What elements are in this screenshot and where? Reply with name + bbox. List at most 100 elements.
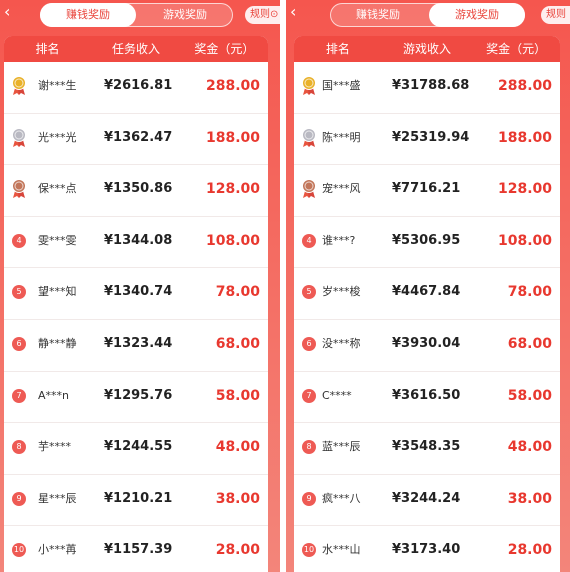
- income-value: ¥3173.40: [392, 542, 461, 558]
- silver-medal-icon: [11, 127, 27, 148]
- back-icon[interactable]: ‹: [4, 4, 10, 20]
- user-name: 蓝***辰: [322, 440, 361, 454]
- table-row: 国***盛 ¥31788.68 288.00: [294, 62, 560, 114]
- user-name: A***n: [38, 388, 69, 402]
- header-income: 游戏收入: [402, 42, 451, 56]
- rank-badge: 10: [12, 543, 26, 558]
- rules-button[interactable]: 规则⊙: [245, 6, 280, 24]
- header-rank: 排名: [325, 42, 350, 56]
- leaderboard-rows: 国***盛 ¥31788.68 288.00 陈***明 ¥25319.94 188.00…: [294, 62, 560, 572]
- user-name: 静***静: [38, 336, 77, 350]
- user-name: 星***辰: [38, 491, 77, 505]
- bonus-value: 78.00: [215, 284, 260, 301]
- user-name: 光***光: [38, 130, 77, 144]
- leaderboard-header: 排名 任务收入 奖金（元）: [4, 36, 268, 62]
- bonus-value: 38.00: [215, 490, 260, 507]
- table-row: 4 雯***雯 ¥1344.08 108.00: [4, 216, 268, 269]
- table-row: 8 蓝***辰 ¥3548.35 48.00: [294, 423, 560, 475]
- income-value: ¥1323.44: [104, 335, 173, 351]
- bronze-medal-icon: [11, 179, 27, 199]
- reward-tabs: 赚钱奖励 游戏奖励: [330, 3, 525, 27]
- income-value: ¥3930.04: [392, 335, 461, 351]
- user-name: C****: [322, 388, 352, 402]
- top-bar: ‹ 赚钱奖励 游戏奖励 规则: [286, 0, 570, 32]
- tab-earn-reward[interactable]: 赚钱奖励: [40, 3, 136, 27]
- header-rank: 排名: [35, 42, 60, 56]
- bonus-value: 188.00: [205, 129, 260, 146]
- bonus-value: 68.00: [215, 335, 260, 352]
- bonus-value: 128.00: [497, 181, 552, 198]
- income-value: ¥7716.21: [392, 181, 461, 197]
- bonus-value: 128.00: [205, 181, 260, 198]
- back-icon[interactable]: ‹: [290, 4, 296, 20]
- income-value: ¥1362.47: [104, 129, 173, 145]
- header-income: 任务收入: [111, 42, 160, 56]
- user-name: 望***知: [38, 285, 77, 299]
- tab-game-reward[interactable]: 游戏奖励: [137, 3, 233, 27]
- user-name: 宠***风: [322, 182, 361, 196]
- user-name: 保***点: [38, 182, 77, 196]
- income-value: ¥3548.35: [392, 439, 461, 455]
- rank-badge: 6: [12, 336, 26, 351]
- income-value: ¥1210.21: [104, 490, 173, 506]
- user-name: 水***山: [322, 543, 361, 557]
- table-row: 光***光 ¥1362.47 188.00: [4, 113, 268, 166]
- income-value: ¥1244.55: [104, 439, 173, 455]
- user-name: 谁***?: [322, 233, 356, 247]
- table-row: 宠***风 ¥7716.21 128.00: [294, 165, 560, 217]
- bonus-value: 38.00: [507, 490, 552, 507]
- user-name: 雯***雯: [38, 233, 77, 247]
- rank-badge: 8: [12, 440, 26, 455]
- game-reward-panel: ‹ 赚钱奖励 游戏奖励 规则 排名 游戏收入 奖金（元） 国***盛 ¥31788…: [286, 0, 570, 572]
- table-row: 6 没***称 ¥3930.04 68.00: [294, 319, 560, 372]
- rank-badge: 8: [302, 440, 316, 455]
- rank-badge: 5: [302, 285, 316, 300]
- income-value: ¥3244.24: [392, 490, 461, 506]
- income-value: ¥2616.81: [104, 78, 173, 93]
- user-name: 谢***生: [38, 79, 77, 92]
- info-icon: ⊙: [270, 9, 279, 20]
- table-row: 9 星***辰 ¥1210.21 38.00: [4, 474, 268, 527]
- rules-button[interactable]: 规则: [541, 6, 570, 24]
- leaderboard-rows: 谢***生 ¥2616.81 288.00 光***光 ¥1362.47 188.00 保*…: [4, 62, 268, 572]
- leaderboard-header: 排名 游戏收入 奖金（元）: [294, 36, 560, 62]
- tab-earn-reward[interactable]: 赚钱奖励: [330, 3, 426, 27]
- table-row: 陈***明 ¥25319.94 188.00: [294, 113, 560, 166]
- bonus-value: 48.00: [507, 439, 552, 456]
- user-name: 疯***八: [322, 491, 361, 505]
- bonus-value: 28.00: [507, 542, 552, 559]
- gold-medal-icon: [11, 76, 27, 96]
- bonus-value: 108.00: [205, 232, 260, 249]
- table-row: 保***点 ¥1350.86 128.00: [4, 165, 268, 217]
- bonus-value: 78.00: [507, 284, 552, 301]
- table-row: 5 岁***梭 ¥4467.84 78.00: [294, 268, 560, 320]
- income-value: ¥1295.76: [104, 387, 173, 403]
- rank-badge: 9: [12, 491, 26, 506]
- rank-badge: 7: [302, 388, 316, 403]
- bonus-value: 58.00: [507, 387, 552, 404]
- income-value: ¥1340.74: [104, 284, 173, 300]
- income-value: ¥1157.39: [104, 542, 173, 558]
- table-row: 6 静***静 ¥1323.44 68.00: [4, 319, 268, 372]
- bonus-value: 48.00: [215, 439, 260, 456]
- bonus-value: 108.00: [497, 232, 552, 249]
- bonus-value: 28.00: [215, 542, 260, 559]
- user-name: 陈***明: [322, 130, 361, 144]
- user-name: 岁***梭: [322, 285, 361, 299]
- tab-game-reward[interactable]: 游戏奖励: [429, 3, 525, 27]
- income-value: ¥5306.95: [392, 232, 461, 248]
- reward-tabs: 赚钱奖励 游戏奖励: [40, 3, 233, 27]
- income-value: ¥1344.08: [104, 232, 173, 248]
- silver-medal-icon: [301, 127, 317, 148]
- rank-badge: 9: [302, 491, 316, 506]
- bonus-value: 288.00: [205, 78, 260, 94]
- table-row: 7 C**** ¥3616.50 58.00: [294, 371, 560, 424]
- top-bar: ‹ 赚钱奖励 游戏奖励 规则⊙: [0, 0, 280, 32]
- leaderboard: 排名 游戏收入 奖金（元） 国***盛 ¥31788.68 288.00 陈***明 ¥…: [294, 36, 560, 572]
- table-row: 7 A***n ¥1295.76 58.00: [4, 371, 268, 424]
- income-value: ¥1350.86: [104, 181, 173, 197]
- user-name: 芋****: [38, 440, 71, 454]
- table-row: 谢***生 ¥2616.81 288.00: [4, 62, 268, 114]
- bonus-value: 58.00: [215, 387, 260, 404]
- gold-medal-icon: [301, 76, 317, 96]
